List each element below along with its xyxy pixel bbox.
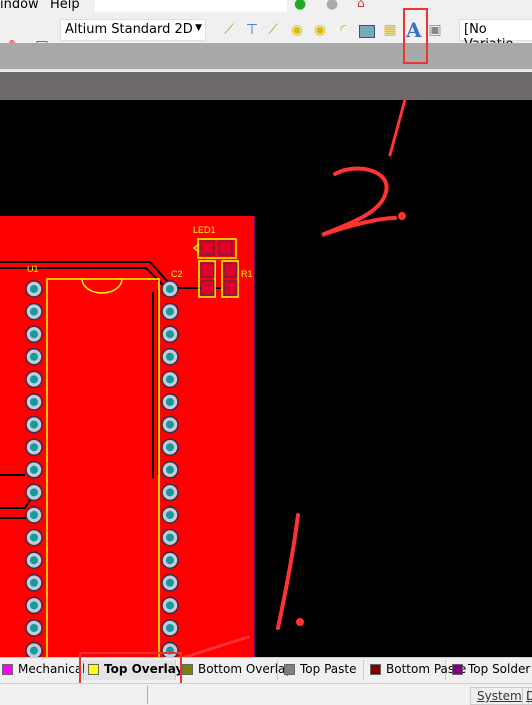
led1-label: LED1 xyxy=(193,225,216,235)
pin-hole xyxy=(166,420,174,429)
pin-hole xyxy=(30,601,38,610)
pin-hole xyxy=(30,578,38,587)
layer-tab[interactable]: Top Solder xyxy=(448,660,532,680)
view-config-select[interactable]: Altium Standard 2D ▼ xyxy=(60,19,206,41)
pin-hole xyxy=(166,488,174,497)
layer-color-swatch xyxy=(182,664,193,675)
toolbar: ✎ ▣ Altium Standard 2D ▼ ⟋ ⊤ ⟋ ◉ ◉ ◜ ▦ A… xyxy=(0,16,532,54)
view-config-value: Altium Standard 2D xyxy=(65,22,193,37)
pin-hole xyxy=(166,624,174,632)
forward-icon[interactable]: ● xyxy=(326,0,338,12)
command-combo[interactable] xyxy=(95,0,287,12)
fill-icon[interactable] xyxy=(359,25,375,38)
menu-bar: indow Help ● ● ⌂ xyxy=(0,0,532,16)
layer-color-swatch xyxy=(2,664,13,675)
system-button[interactable]: System xyxy=(470,687,529,705)
layer-tab-label: Top Solder xyxy=(468,662,531,676)
pin-hole xyxy=(30,488,38,497)
pin-hole xyxy=(30,285,38,293)
arc-icon[interactable]: ◜ xyxy=(335,22,351,38)
layer-tab[interactable]: Mechanical 1 xyxy=(0,660,97,680)
layer-tab-label: Top Paste xyxy=(300,662,357,676)
diff-pair-icon[interactable]: ⟋ xyxy=(265,22,281,38)
pin-hole xyxy=(30,375,38,384)
document-tab-bar xyxy=(0,43,532,71)
u1-label: U1 xyxy=(27,264,39,274)
pin-hole xyxy=(30,420,38,429)
pin-hole xyxy=(166,330,174,339)
pin-hole xyxy=(166,511,174,519)
via-icon[interactable]: ◉ xyxy=(312,22,328,38)
pcb-view: LED1 U1 C2 R1 1. 2. xyxy=(0,68,415,665)
home-icon[interactable]: ⌂ xyxy=(357,0,365,10)
layer-tab-label: Bottom Overlay xyxy=(198,662,293,676)
pin-hole xyxy=(30,646,38,655)
arrow-to-text-tool xyxy=(388,68,415,157)
menu-help[interactable]: Help xyxy=(50,0,80,12)
pin-hole xyxy=(166,375,174,384)
layer-color-swatch xyxy=(452,664,463,675)
pcb-canvas[interactable]: LED1 U1 C2 R1 1. 2. xyxy=(0,68,532,665)
back-icon[interactable]: ● xyxy=(294,0,306,12)
layer-tab[interactable]: Top Paste xyxy=(280,660,364,680)
pin-hole xyxy=(30,398,38,406)
pin-hole xyxy=(30,511,38,519)
pin-hole xyxy=(166,352,174,361)
c2-label: C2 xyxy=(171,269,183,279)
pad-icon[interactable]: ◉ xyxy=(289,22,305,38)
pin-hole xyxy=(166,398,174,406)
pin-hole xyxy=(166,465,174,474)
pin-hole xyxy=(30,352,38,361)
pin-hole xyxy=(30,330,38,339)
highlight-box-text-tool xyxy=(403,8,428,64)
route-icon[interactable]: ⟋ xyxy=(221,22,237,38)
pin-hole xyxy=(166,307,174,316)
layer-color-swatch xyxy=(370,664,381,675)
pin-hole xyxy=(30,533,38,542)
menu-window[interactable]: indow xyxy=(0,0,39,12)
interactive-route-icon[interactable]: ⊤ xyxy=(244,22,260,38)
layer-tab[interactable]: Bottom Overlay xyxy=(178,660,292,680)
highlight-box-top-overlay xyxy=(79,652,182,685)
status-bar: System D xyxy=(0,683,532,705)
pin-hole xyxy=(166,285,174,293)
component-icon[interactable]: ▣ xyxy=(427,22,443,38)
pin-hole xyxy=(166,578,174,587)
pin-hole xyxy=(30,556,38,565)
design-compiler-button[interactable]: D xyxy=(522,687,532,705)
polygon-icon[interactable]: ▦ xyxy=(382,22,398,38)
pin-hole xyxy=(166,601,174,610)
ruler-strip xyxy=(0,72,532,100)
layer-tab[interactable]: Bottom Paste xyxy=(366,660,466,680)
pin-hole xyxy=(166,443,174,452)
annotation-one-glyph xyxy=(276,513,300,630)
annotation-two-glyph xyxy=(321,166,397,237)
pin-hole xyxy=(30,307,38,316)
chevron-down-icon: ▼ xyxy=(195,23,202,33)
pin-hole xyxy=(166,556,174,565)
pin-hole xyxy=(30,465,38,474)
pin-hole xyxy=(30,443,38,452)
layer-color-swatch xyxy=(284,664,295,675)
variation-select[interactable]: [No Variatio xyxy=(459,19,532,52)
pin-hole xyxy=(166,533,174,542)
r1-label: R1 xyxy=(241,269,253,279)
pin-hole xyxy=(30,624,38,632)
